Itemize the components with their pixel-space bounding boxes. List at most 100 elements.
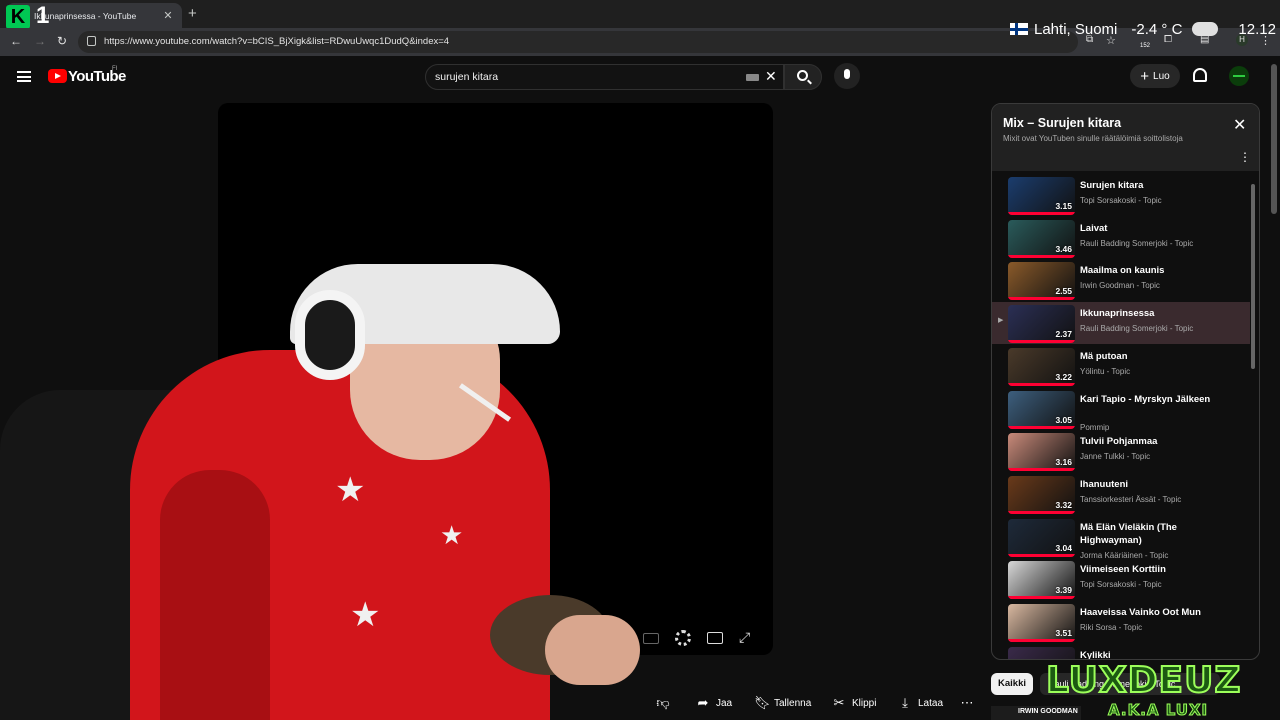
address-bar[interactable]: https://www.youtube.com/watch?v=bCIS_BjX… bbox=[78, 31, 1078, 53]
playlist-item-artist: Riki Sorsa - Topic bbox=[1080, 623, 1143, 632]
playlist-panel: Mix – Surujen kitara Mixit ovat YouTuben… bbox=[991, 103, 1260, 660]
playlist-thumbnail[interactable]: 3.39 bbox=[1008, 561, 1075, 600]
forward-icon[interactable]: → bbox=[34, 34, 46, 48]
playlist-thumbnail[interactable] bbox=[1008, 646, 1075, 659]
clip-button[interactable]: ✂ Klippi bbox=[832, 688, 877, 718]
theater-mode-icon[interactable] bbox=[707, 632, 723, 644]
weather-widget: Lahti, Suomi -2.4 ° C 12.12 bbox=[1010, 12, 1280, 46]
notifications-bell-icon[interactable] bbox=[1193, 68, 1207, 82]
duration-badge: 3.39 bbox=[1055, 585, 1072, 596]
recommendation-label: IRWIN GOODMAN bbox=[1018, 708, 1078, 715]
search-button[interactable] bbox=[784, 64, 822, 90]
playlist-thumbnail[interactable]: 2.37 bbox=[1008, 305, 1075, 344]
playlist-thumbnail[interactable]: 3.46 bbox=[1008, 219, 1075, 258]
share-icon: ➦ bbox=[697, 695, 709, 710]
playlist-item[interactable]: 3.39 Viimeiseen Korttiin Topi Sorsakoski -… bbox=[992, 558, 1250, 600]
cloud-icon bbox=[1192, 22, 1219, 36]
watched-progress-bar bbox=[1008, 212, 1075, 215]
duration-badge: 3.16 bbox=[1055, 457, 1072, 468]
chip-all[interactable]: Kaikki bbox=[991, 673, 1033, 695]
playlist-item[interactable]: 3.16 Tulvii Pohjanmaa Janne Tulkki - Topic bbox=[992, 430, 1250, 472]
playlist-item-artist: Yölintu - Topic bbox=[1080, 366, 1131, 376]
playlist-item-title: Haaveissa Vainko Oot Mun bbox=[1080, 607, 1201, 618]
reload-icon[interactable]: ↻ bbox=[57, 34, 67, 48]
clip-label: Klippi bbox=[852, 697, 877, 709]
playlist-item[interactable]: 3.32 Ihanuuteni Tanssiorkesteri Ässät - To… bbox=[992, 473, 1250, 515]
playlist-item[interactable]: 3.51 Haaveissa Vainko Oot Mun Riki Sorsa -… bbox=[992, 601, 1250, 643]
settings-gear-icon[interactable] bbox=[675, 630, 691, 646]
hoodie-shadow bbox=[160, 470, 270, 720]
watched-progress-bar bbox=[1008, 340, 1075, 344]
watched-progress-bar bbox=[1008, 297, 1075, 301]
finland-flag-icon bbox=[1010, 23, 1028, 35]
region-code: FI bbox=[112, 66, 118, 72]
playlist-items: 3.15 Surujen kitara Topi Sorsakoski - Topi… bbox=[992, 174, 1250, 660]
watched-progress-bar bbox=[1008, 596, 1075, 600]
playlist-item[interactable]: 3.04 Mä Elän Vieläkin (The Highwayman) Jor… bbox=[992, 516, 1250, 560]
bookmark-icon: 🔖︎ bbox=[754, 695, 771, 710]
playlist-thumbnail[interactable]: 3.04 bbox=[1008, 518, 1075, 557]
duration-badge: 3.15 bbox=[1055, 201, 1072, 211]
playlist-item[interactable]: 3.05 Kari Tapio - Myrskyn Jälkeen Pommip bbox=[992, 388, 1250, 432]
clock-time: 12.12 bbox=[1238, 20, 1276, 38]
playlist-thumbnail[interactable]: 3.32 bbox=[1008, 475, 1075, 514]
duration-badge: 2.55 bbox=[1055, 286, 1072, 297]
weather-city: Lahti, Suomi bbox=[1034, 20, 1118, 38]
playlist-item-title: Kylikki bbox=[1080, 649, 1111, 660]
playlist-item[interactable]: 3.46 Laivat Rauli Badding Somerjoki - Topi… bbox=[992, 217, 1250, 259]
k-logo-icon: K bbox=[6, 5, 30, 29]
create-button[interactable]: + Luo bbox=[1130, 64, 1180, 88]
tab-title: Ikkunaprinsessa - YouTube bbox=[34, 10, 137, 21]
voice-search-button[interactable] bbox=[834, 63, 860, 89]
now-playing-icon: ▶ bbox=[998, 317, 1004, 325]
save-button[interactable]: 🔖︎ Tallenna bbox=[754, 688, 811, 718]
new-tab-icon[interactable]: + bbox=[188, 5, 197, 22]
playlist-thumbnail[interactable]: 3.15 bbox=[1008, 177, 1075, 215]
dislike-button[interactable]: 👎︎ bbox=[656, 688, 670, 718]
playlist-item[interactable]: 3.15 Surujen kitara Topi Sorsakoski - Topi… bbox=[992, 174, 1250, 216]
playlist-scrollbar[interactable] bbox=[1251, 184, 1255, 369]
search-input[interactable]: surujen kitara ✕ bbox=[425, 64, 784, 90]
more-actions-button[interactable]: ⋯ bbox=[960, 688, 974, 718]
download-button[interactable]: ⤓ Lataa bbox=[898, 688, 943, 718]
avatar[interactable] bbox=[1229, 66, 1249, 86]
playlist-thumbnail[interactable]: 3.05 bbox=[1008, 390, 1075, 429]
watched-progress-bar bbox=[1008, 639, 1075, 642]
back-icon[interactable]: ← bbox=[10, 34, 22, 48]
playlist-item-title: Ihanuuteni bbox=[1080, 478, 1129, 490]
fullscreen-icon[interactable]: ⤢ bbox=[739, 629, 755, 645]
duration-badge: 2.37 bbox=[1055, 329, 1072, 340]
playlist-thumbnail[interactable]: 3.22 bbox=[1008, 347, 1075, 386]
search-icon bbox=[797, 70, 808, 81]
share-button[interactable]: ➦ Jaa bbox=[696, 688, 733, 718]
download-label: Lataa bbox=[918, 697, 944, 709]
keyboard-icon[interactable] bbox=[746, 74, 759, 81]
playlist-item[interactable]: Kylikki bbox=[992, 644, 1250, 660]
webcam-overlay: ★ ★ ★ bbox=[0, 264, 650, 720]
playlist-item-title: Mä Elän Vieläkin (The Highwayman) bbox=[1080, 521, 1177, 546]
menu-icon[interactable] bbox=[17, 71, 31, 82]
close-icon[interactable]: ✕ bbox=[1233, 118, 1246, 134]
playlist-item[interactable]: 2.55 Maailma on kaunis Irwin Goodman - Top… bbox=[992, 259, 1250, 301]
playlist-thumbnail[interactable]: 3.16 bbox=[1008, 433, 1075, 472]
clear-search-icon[interactable]: ✕ bbox=[765, 68, 777, 85]
playlist-title[interactable]: Mix – Surujen kitara bbox=[1003, 116, 1121, 130]
watched-progress-bar bbox=[1008, 254, 1075, 258]
duration-badge: 3.05 bbox=[1055, 414, 1072, 425]
playlist-subtitle: Mixit ovat YouTuben sinulle räätälöimiä … bbox=[1003, 134, 1183, 143]
page-scrollbar[interactable] bbox=[1271, 64, 1277, 214]
playlist-item-title: Ikkunaprinsessa bbox=[1080, 308, 1155, 320]
playlist-item[interactable]: ▶ 2.37 Ikkunaprinsessa Rauli Badding Somerj… bbox=[992, 302, 1250, 345]
site-info-icon[interactable] bbox=[87, 36, 96, 46]
watched-progress-bar bbox=[1008, 468, 1075, 472]
playlist-item[interactable]: 3.22 Mä putoan Yölintu - Topic bbox=[992, 345, 1250, 387]
more-vertical-icon[interactable]: ⋮ bbox=[1239, 151, 1251, 163]
youtube-logo-icon[interactable] bbox=[48, 69, 67, 83]
plus-icon: + bbox=[1140, 67, 1150, 85]
address-url: https://www.youtube.com/watch?v=bCIS_BjX… bbox=[104, 36, 450, 47]
watched-progress-bar bbox=[1008, 553, 1075, 557]
playlist-thumbnail[interactable]: 3.51 bbox=[1008, 604, 1075, 642]
close-tab-icon[interactable]: ✕ bbox=[162, 9, 174, 22]
playlist-thumbnail[interactable]: 2.55 bbox=[1008, 262, 1075, 301]
watched-progress-bar bbox=[1008, 425, 1075, 429]
